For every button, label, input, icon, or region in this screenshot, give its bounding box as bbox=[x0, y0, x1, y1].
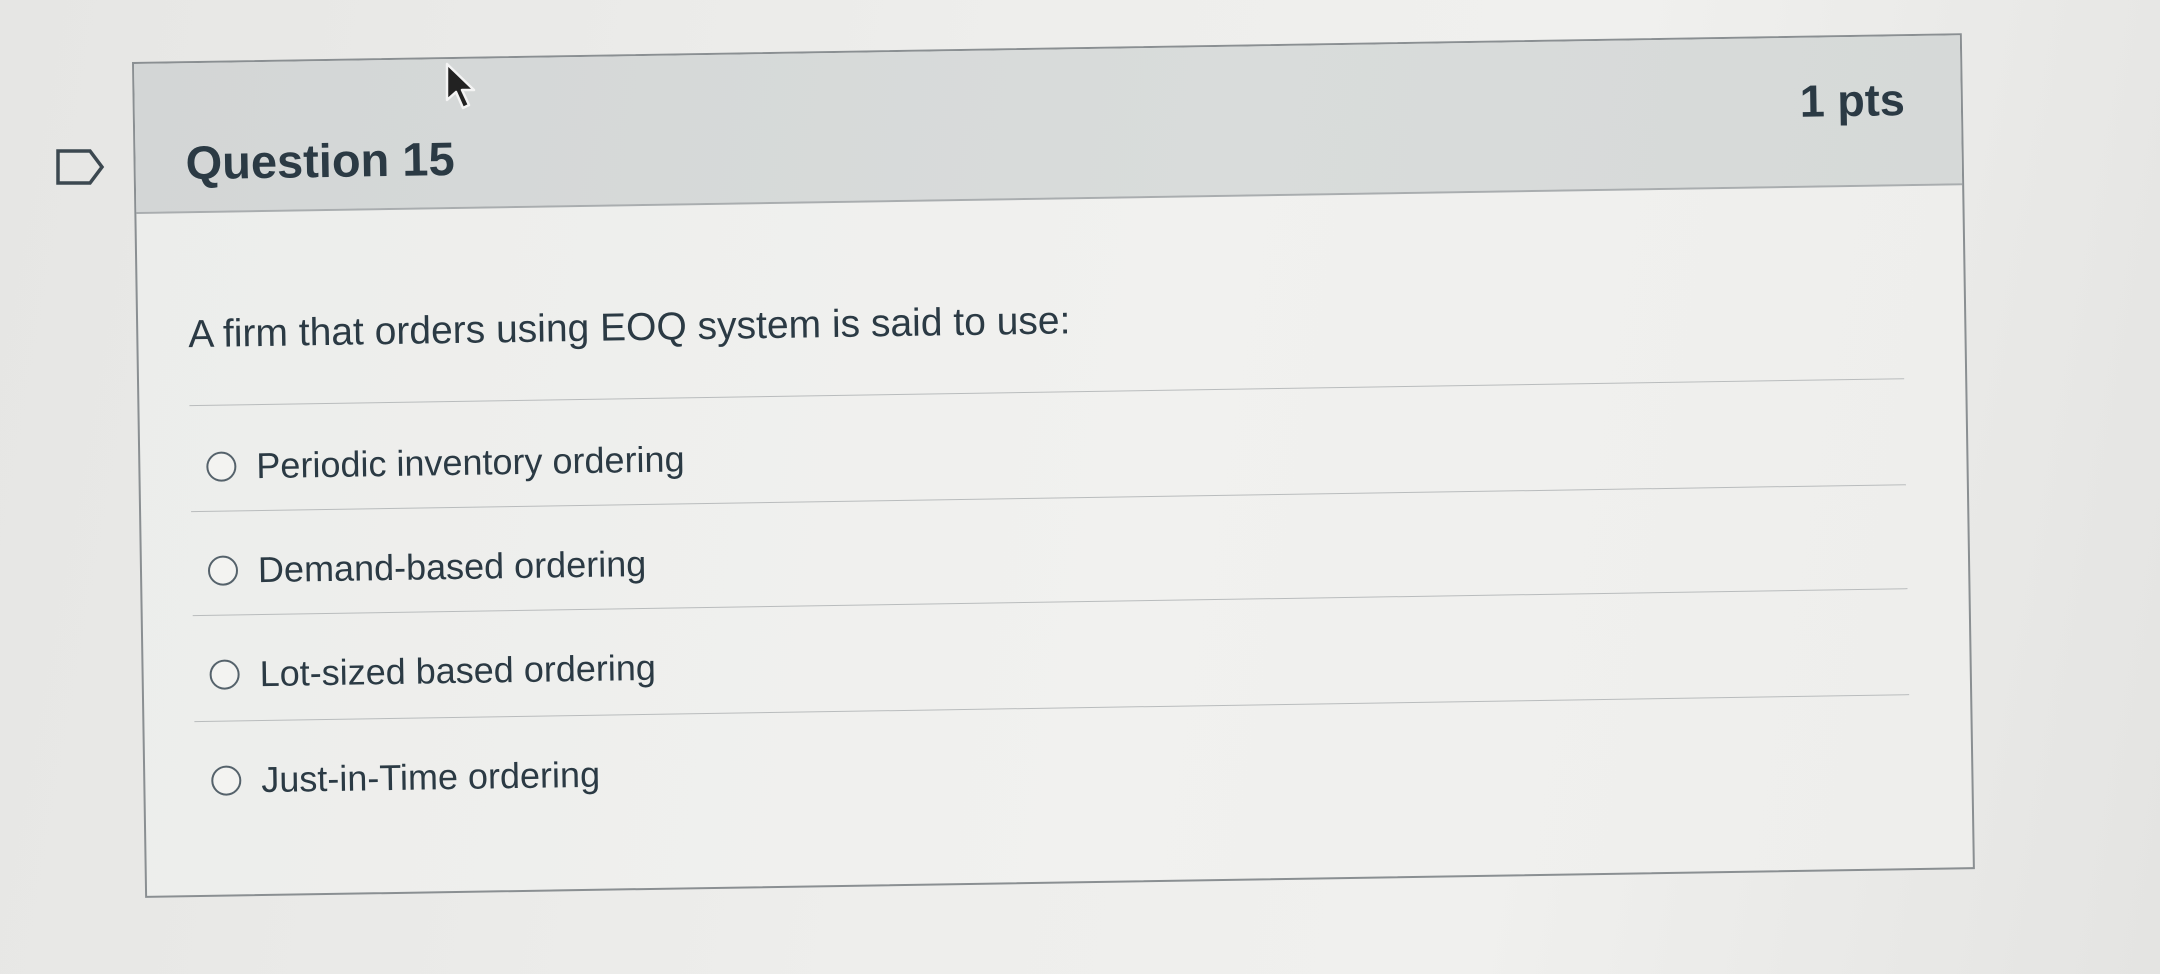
answer-label: Periodic inventory ordering bbox=[256, 438, 685, 487]
answer-option[interactable]: Lot-sized based ordering bbox=[209, 638, 656, 705]
question-header: Question 15 1 pts bbox=[134, 35, 1963, 214]
radio-unchecked-icon[interactable] bbox=[206, 451, 237, 482]
answer-option[interactable]: Just-in-Time ordering bbox=[211, 745, 601, 811]
radio-unchecked-icon[interactable] bbox=[207, 555, 239, 586]
quiz-page: Question 15 1 pts A firm that orders usi… bbox=[0, 0, 2160, 974]
answer-label: Demand-based ordering bbox=[257, 542, 647, 591]
answer-label: Lot-sized based ordering bbox=[259, 646, 657, 695]
mouse-pointer-icon bbox=[444, 62, 478, 114]
question-title: Question 15 bbox=[185, 131, 455, 190]
radio-unchecked-icon[interactable] bbox=[211, 765, 242, 796]
answer-option[interactable]: Demand-based ordering bbox=[207, 534, 647, 601]
flag-question-icon[interactable] bbox=[56, 148, 106, 186]
answer-divider bbox=[189, 378, 1905, 407]
question-points: 1 pts bbox=[1799, 74, 1906, 127]
answer-option[interactable]: Periodic inventory ordering bbox=[206, 429, 685, 497]
answer-label: Just-in-Time ordering bbox=[260, 753, 601, 801]
radio-unchecked-icon[interactable] bbox=[209, 659, 240, 690]
question-card: Question 15 1 pts A firm that orders usi… bbox=[132, 33, 1975, 898]
question-text: A firm that orders using EOQ system is s… bbox=[187, 299, 1071, 357]
